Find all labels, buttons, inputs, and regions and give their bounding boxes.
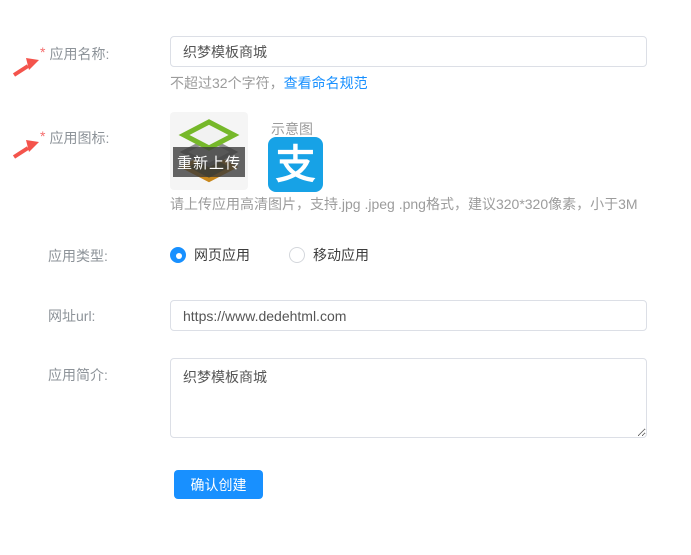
app-name-helper-text: 不超过32个字符， bbox=[170, 75, 284, 91]
alipay-glyph: 支 bbox=[276, 145, 316, 185]
url-input[interactable] bbox=[170, 300, 647, 331]
radio-mobile-app[interactable] bbox=[289, 247, 305, 263]
reupload-overlay-button[interactable]: 重新上传 bbox=[173, 147, 245, 177]
radio-mobile-app-label[interactable]: 移动应用 bbox=[313, 245, 369, 265]
url-label: 网址url: bbox=[48, 306, 95, 326]
app-icon-label-row: * 应用图标: bbox=[40, 128, 109, 148]
example-image-label: 示意图 bbox=[271, 119, 313, 139]
radio-web-app[interactable] bbox=[170, 247, 186, 263]
app-desc-label: 应用简介: bbox=[48, 365, 108, 385]
create-app-form: * 应用名称: 不超过32个字符，查看命名规范 * 应用图标: 重新上传 示意图… bbox=[0, 0, 691, 555]
required-asterisk: * bbox=[40, 44, 45, 64]
app-name-label-row: * 应用名称: bbox=[40, 44, 109, 64]
app-name-helper: 不超过32个字符，查看命名规范 bbox=[170, 73, 368, 93]
app-type-label: 应用类型: bbox=[48, 246, 108, 266]
radio-web-app-label[interactable]: 网页应用 bbox=[194, 245, 250, 265]
app-type-radio-group: 网页应用 移动应用 bbox=[170, 245, 369, 265]
app-name-label: 应用名称: bbox=[49, 44, 109, 64]
app-icon-label: 应用图标: bbox=[49, 128, 109, 148]
icon-upload-helper: 请上传应用高清图片，支持.jpg .jpeg .png格式，建议320*320像… bbox=[170, 194, 638, 214]
app-desc-textarea[interactable]: 织梦模板商城 bbox=[170, 358, 647, 438]
annotation-arrow-icon bbox=[12, 56, 40, 78]
alipay-example-icon: 支 bbox=[268, 137, 323, 192]
icon-upload-button[interactable]: 重新上传 bbox=[170, 112, 248, 190]
confirm-create-button[interactable]: 确认创建 bbox=[174, 470, 263, 499]
annotation-arrow-icon bbox=[12, 138, 40, 160]
required-asterisk: * bbox=[40, 128, 45, 148]
app-name-input[interactable] bbox=[170, 36, 647, 67]
naming-rules-link[interactable]: 查看命名规范 bbox=[284, 75, 368, 91]
